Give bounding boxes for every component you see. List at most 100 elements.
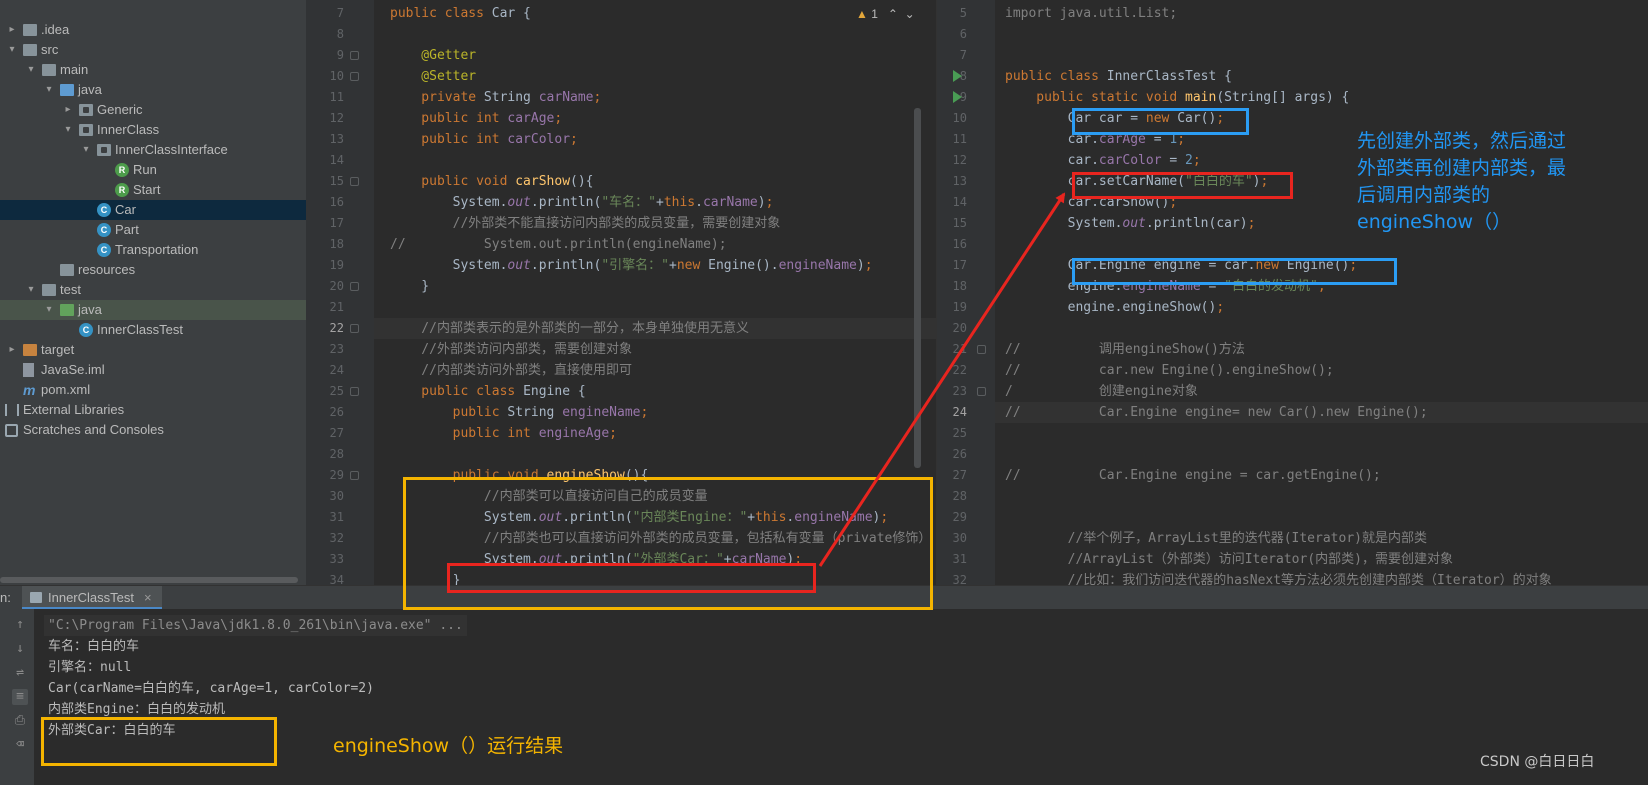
tree-item[interactable]: ▾ main	[0, 60, 306, 80]
tree-item[interactable]: External Libraries	[0, 400, 306, 420]
tree-item[interactable]: ▾ test	[0, 280, 306, 300]
collapsed-arrow-icon[interactable]: ▸	[63, 100, 73, 120]
fold-marker-icon[interactable]	[350, 324, 359, 333]
folder-icon	[60, 84, 74, 96]
chevron-up-icon[interactable]: ⌃	[881, 7, 898, 21]
expanded-arrow-icon[interactable]: ▾	[26, 280, 36, 300]
code-line[interactable]: }	[390, 276, 429, 297]
tree-scrollbar[interactable]	[0, 577, 298, 583]
tree-item[interactable]: C Part	[0, 220, 306, 240]
code-token: ;	[1216, 300, 1225, 315]
editor-scrollbar[interactable]	[914, 108, 921, 468]
tree-item[interactable]: Scratches and Consoles	[0, 420, 306, 440]
tree-item[interactable]: C InnerClassTest	[0, 320, 306, 340]
code-line[interactable]: //ArrayList（外部类）访问Iterator(内部类)，需要创建对象	[1005, 549, 1453, 570]
run-tab-innerclasstest[interactable]: InnerClassTest ×	[22, 586, 162, 610]
fold-marker-icon[interactable]	[977, 387, 986, 396]
code-line[interactable]: private String carName;	[390, 87, 601, 108]
code-token: out	[507, 258, 531, 273]
soft-wrap-icon[interactable]: ⇌	[12, 665, 28, 681]
code-line[interactable]: public void carShow(){	[390, 171, 593, 192]
scroll-to-end-icon[interactable]: ≡	[12, 689, 28, 705]
code-line[interactable]: public class Engine {	[390, 381, 585, 402]
expanded-arrow-icon[interactable]: ▾	[63, 120, 73, 140]
chevron-down-icon[interactable]: ⌄	[901, 7, 915, 21]
fold-marker-icon[interactable]	[350, 471, 359, 480]
code-line[interactable]: // Car.Engine engine= new Car().new Engi…	[1005, 402, 1428, 423]
tree-item[interactable]: ▸ Generic	[0, 100, 306, 120]
code-line[interactable]: // System.out.println(engineName);	[390, 234, 727, 255]
expanded-arrow-icon[interactable]: ▾	[81, 140, 91, 160]
fold-marker-icon[interactable]	[350, 177, 359, 186]
tree-item[interactable]: JavaSe.iml	[0, 360, 306, 380]
fold-marker-icon[interactable]	[977, 345, 986, 354]
collapsed-arrow-icon[interactable]: ▸	[7, 340, 17, 360]
code-token: public class	[1005, 69, 1107, 84]
collapsed-arrow-icon[interactable]: ▸	[7, 20, 17, 40]
code-line[interactable]: @Getter	[390, 45, 476, 66]
code-line[interactable]: public class Car {	[390, 3, 531, 24]
code-line[interactable]: public class InnerClassTest {	[1005, 66, 1232, 87]
run-gutter-icon[interactable]	[953, 70, 962, 82]
code-token: main	[1185, 90, 1217, 105]
fold-marker-icon[interactable]	[350, 282, 359, 291]
tree-item[interactable]: ▾ src	[0, 40, 306, 60]
run-toolbar: ↑ ↓ ⇌ ≡ ⎙ ⌫	[0, 609, 34, 785]
code-token: carColor	[1098, 153, 1162, 168]
code-line[interactable]: // 调用engineShow()方法	[1005, 339, 1245, 360]
code-line[interactable]: car.carColor = 2;	[1005, 150, 1201, 171]
arrow-up-icon[interactable]: ↑	[12, 617, 28, 633]
code-line[interactable]: public static void main(String[] args) {	[1005, 87, 1349, 108]
expanded-arrow-icon[interactable]: ▾	[44, 300, 54, 320]
close-icon[interactable]: ×	[144, 590, 152, 605]
code-line[interactable]: import java.util.List;	[1005, 3, 1177, 24]
line-number: 7	[959, 48, 967, 62]
tree-item[interactable]: R Start	[0, 180, 306, 200]
code-line[interactable]: //内部类表示的是外部类的一部分，本身单独使用无意义	[390, 318, 749, 339]
code-line[interactable]: public int carColor;	[390, 129, 578, 150]
tree-item[interactable]: ▾ java	[0, 80, 306, 100]
print-icon[interactable]: ⎙	[12, 713, 28, 729]
code-line[interactable]: @Setter	[390, 66, 476, 87]
tree-item[interactable]: ▸ .idea	[0, 20, 306, 40]
tree-item[interactable]: R Run	[0, 160, 306, 180]
inspection-widget[interactable]: ▲ 1 ⌃ ⌄	[856, 7, 915, 21]
expanded-arrow-icon[interactable]: ▾	[7, 40, 17, 60]
code-line[interactable]: // Car.Engine engine = car.getEngine();	[1005, 465, 1381, 486]
code-token: public class	[390, 6, 492, 21]
fold-marker-icon[interactable]	[350, 387, 359, 396]
code-line[interactable]: public int carAge;	[390, 108, 562, 129]
tree-item[interactable]: C Car	[0, 200, 306, 220]
tree-item-label: pom.xml	[41, 382, 91, 397]
tree-item[interactable]: C Transportation	[0, 240, 306, 260]
code-line[interactable]: //外部类不能直接访问内部类的成员变量，需要创建对象	[390, 213, 781, 234]
fold-marker-icon[interactable]	[350, 72, 359, 81]
tree-item[interactable]: resources	[0, 260, 306, 280]
code-line[interactable]: System.out.println("车名："+this.carName);	[390, 192, 774, 213]
code-line[interactable]: engine.engineShow();	[1005, 297, 1225, 318]
code-line[interactable]: public int engineAge;	[390, 423, 617, 444]
editor-innerclasstest-java[interactable]: 5 import java.util.List; 6 7 8 public class I…	[937, 0, 1648, 600]
code-line[interactable]: public String engineName;	[390, 402, 649, 423]
tree-item-label: Scratches and Consoles	[23, 422, 164, 437]
code-line[interactable]: //外部类访问内部类，需要创建对象	[390, 339, 632, 360]
trash-icon[interactable]: ⌫	[12, 737, 28, 753]
code-line[interactable]: //举个例子，ArrayList里的迭代器(Iterator)就是内部类	[1005, 528, 1427, 549]
code-line[interactable]: / 创建engine对象	[1005, 381, 1198, 402]
expanded-arrow-icon[interactable]: ▾	[44, 80, 54, 100]
code-line[interactable]: System.out.println(car);	[1005, 213, 1256, 234]
code-line[interactable]: // car.new Engine().engineShow();	[1005, 360, 1334, 381]
tree-item[interactable]: ▾ InnerClassInterface	[0, 140, 306, 160]
arrow-down-icon[interactable]: ↓	[12, 641, 28, 657]
tree-item[interactable]: m pom.xml	[0, 380, 306, 400]
code-token: @Setter	[390, 69, 477, 84]
tree-item[interactable]: ▾ java	[0, 300, 306, 320]
code-line[interactable]: System.out.println("引擎名："+new Engine().e…	[390, 255, 873, 276]
tree-item-label: Transportation	[115, 242, 199, 257]
expanded-arrow-icon[interactable]: ▾	[26, 60, 36, 80]
tree-item[interactable]: ▸ target	[0, 340, 306, 360]
tree-item[interactable]: ▾ InnerClass	[0, 120, 306, 140]
run-gutter-icon[interactable]	[953, 91, 962, 103]
fold-marker-icon[interactable]	[350, 51, 359, 60]
code-line[interactable]: //内部类访问外部类，直接使用即可	[390, 360, 632, 381]
